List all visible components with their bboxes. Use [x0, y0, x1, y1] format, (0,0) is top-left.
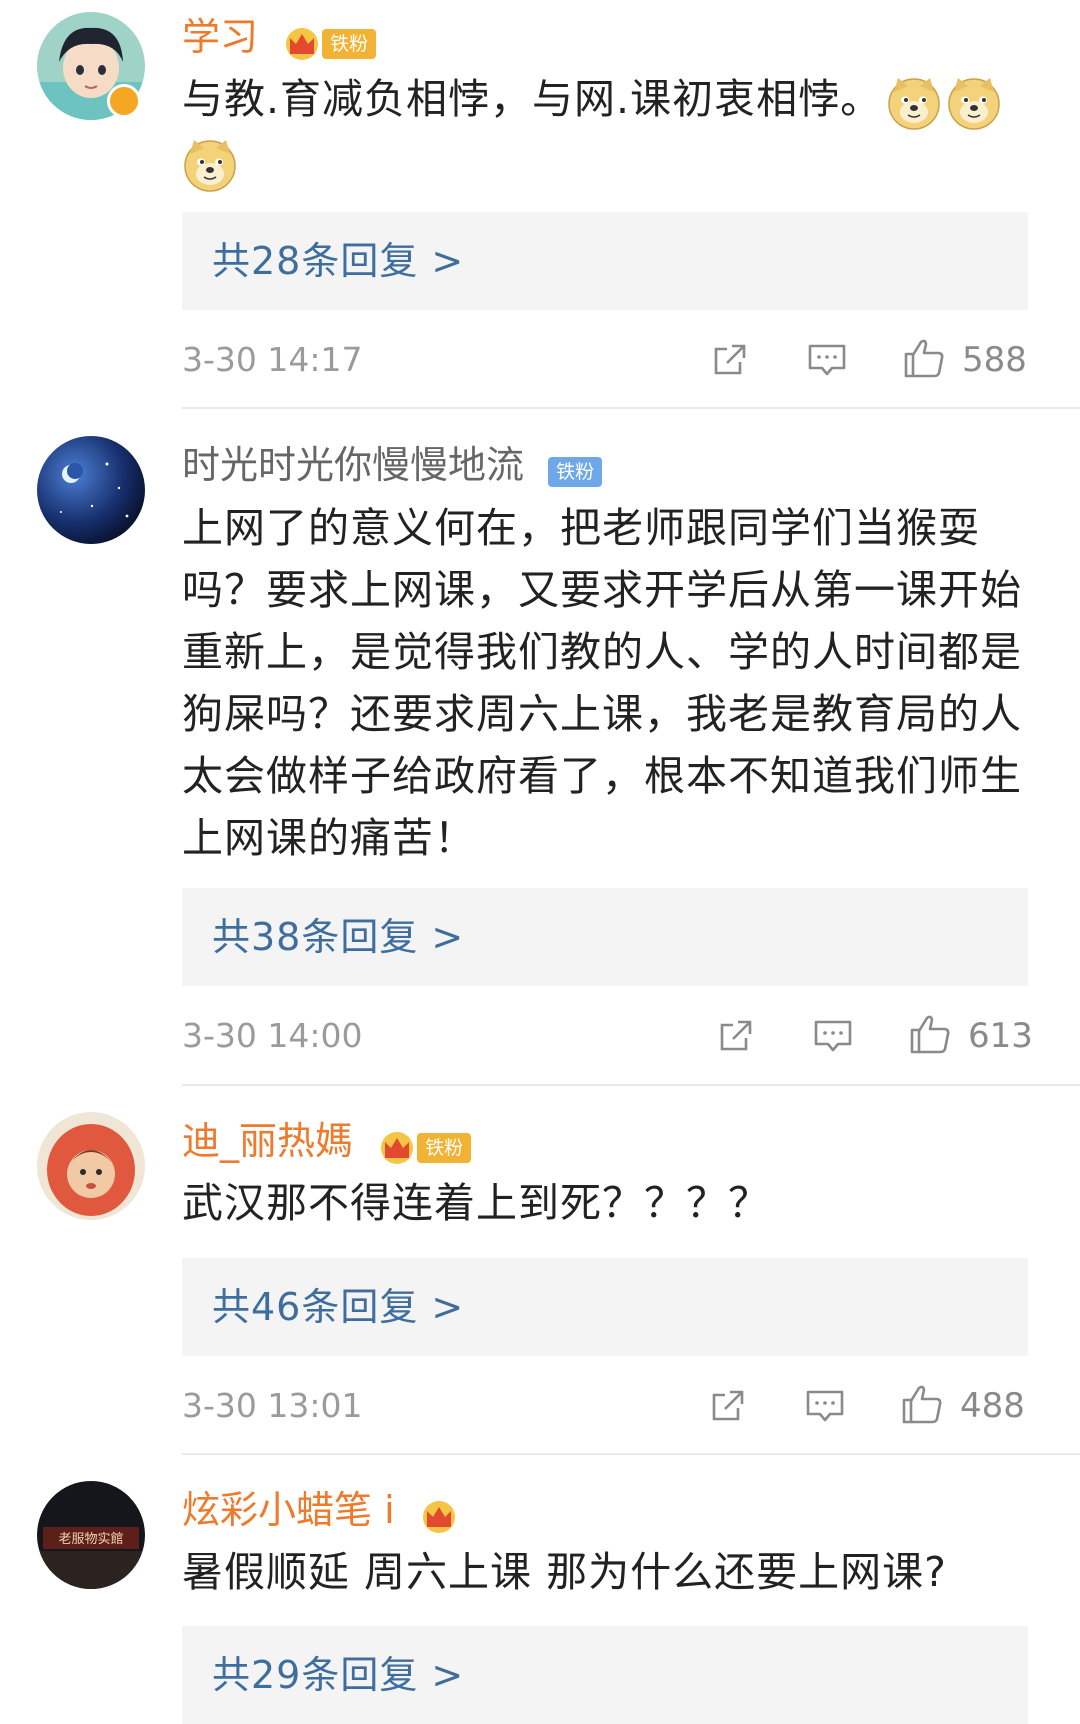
- avatar-sign-text: 老服物实館: [58, 1532, 123, 1547]
- comment-icon[interactable]: [806, 340, 848, 380]
- fan-label: 铁粉: [548, 457, 603, 487]
- comment-icon[interactable]: [804, 1386, 846, 1426]
- comment-text: 上网了的意义何在，把老师跟同学们当猴耍吗？要求上网课，又要求开学后从第一课开始重…: [182, 504, 1022, 862]
- like-icon[interactable]: [908, 1012, 952, 1056]
- comment-icon[interactable]: [812, 1016, 854, 1056]
- like-icon[interactable]: [900, 1382, 944, 1426]
- username[interactable]: 迪_丽热媽 铁粉: [182, 1118, 472, 1164]
- comment-text: 暑假顺延 周六上课 那为什么还要上网课?: [182, 1548, 947, 1596]
- fan-badge: 铁粉: [377, 1123, 472, 1157]
- like-count: 488: [960, 1386, 1025, 1426]
- verified-icon: [107, 84, 141, 118]
- comment-text: 武汉那不得连着上到死？？？？: [182, 1179, 770, 1227]
- crown-icon: [377, 1130, 417, 1166]
- fan-label: 铁粉: [322, 29, 377, 59]
- username[interactable]: 时光时光你慢慢地流 铁粉: [182, 442, 603, 488]
- reply-box[interactable]: 共28条回复 >: [182, 212, 1028, 310]
- doge-emoji: [182, 136, 238, 192]
- fan-label: 铁粉: [417, 1133, 472, 1163]
- divider: [182, 1453, 1080, 1455]
- share-icon[interactable]: [710, 340, 750, 380]
- comment-text: 与教.育减负相悖，与网.课初衷相悖。: [182, 68, 1032, 192]
- avatar[interactable]: [37, 1112, 145, 1220]
- reply-count-link[interactable]: 共28条回复 >: [212, 236, 464, 286]
- reply-count-link[interactable]: 共38条回复 >: [212, 912, 464, 962]
- divider: [182, 407, 1080, 409]
- divider: [182, 1084, 1080, 1086]
- comment-time: 3-30 14:00: [182, 1016, 363, 1055]
- doge-emoji: [946, 74, 1002, 130]
- fan-badge: 铁粉: [548, 447, 603, 487]
- reply-count-link[interactable]: 共46条回复 >: [212, 1282, 464, 1332]
- username[interactable]: 学习 铁粉: [182, 14, 377, 60]
- like-count: 613: [968, 1016, 1033, 1056]
- fan-badge: [419, 1492, 459, 1526]
- share-icon[interactable]: [708, 1386, 748, 1426]
- comment-time: 3-30 14:17: [182, 340, 363, 379]
- reply-box[interactable]: 共46条回复 >: [182, 1258, 1028, 1356]
- avatar[interactable]: 老服物实館: [37, 1481, 145, 1589]
- like-icon[interactable]: [902, 336, 946, 380]
- reply-box[interactable]: 共38条回复 >: [182, 888, 1028, 986]
- crown-icon: [419, 1499, 459, 1535]
- reply-count-link[interactable]: 共29条回复 >: [212, 1650, 464, 1700]
- doge-emoji: [886, 74, 942, 130]
- fan-badge: 铁粉: [282, 19, 377, 53]
- username[interactable]: 炫彩小蜡笔 i: [182, 1487, 459, 1533]
- comment-time: 3-30 13:01: [182, 1386, 363, 1425]
- reply-box[interactable]: 共29条回复 >: [182, 1626, 1028, 1724]
- crown-icon: [282, 26, 322, 62]
- avatar[interactable]: [37, 436, 145, 544]
- like-count: 588: [962, 340, 1027, 380]
- share-icon[interactable]: [716, 1016, 756, 1056]
